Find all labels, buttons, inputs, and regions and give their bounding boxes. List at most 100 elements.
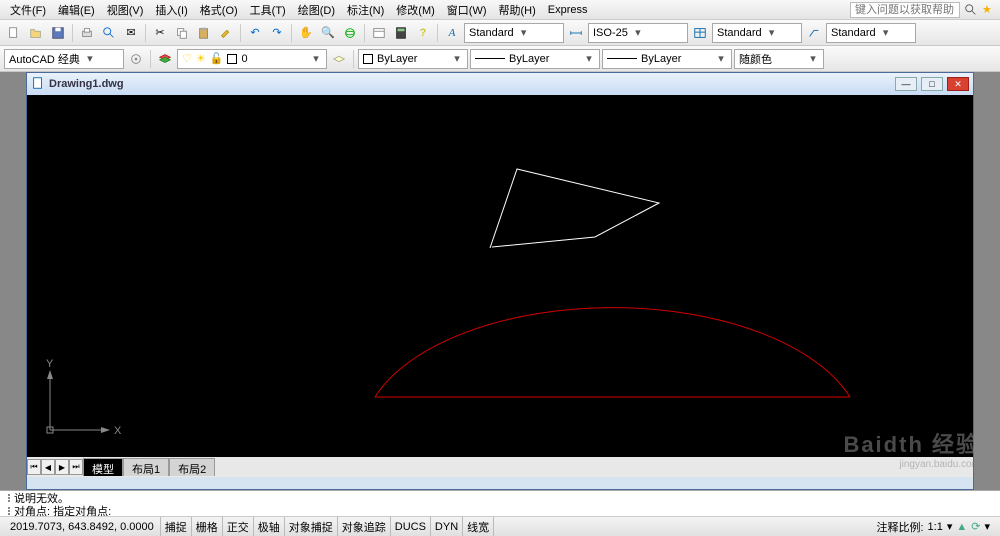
chevron-down-icon[interactable]: ▾ — [947, 520, 953, 533]
menu-format[interactable]: 格式(O) — [194, 0, 244, 20]
qcalc-button[interactable] — [391, 23, 411, 43]
chevron-down-icon[interactable]: ▾ — [583, 52, 595, 65]
drawing-canvas[interactable]: Y X ⏮ ◀ ▶ ⏭ 模型 布局1 布局2 — [27, 95, 973, 477]
dyn-toggle[interactable]: DYN — [431, 517, 463, 536]
otrack-toggle[interactable]: 对象追踪 — [338, 517, 391, 536]
dimstyle-combo[interactable]: ISO-25▾ — [588, 23, 688, 43]
layout-tabbar: ⏮ ◀ ▶ ⏭ 模型 布局1 布局2 — [27, 457, 973, 477]
chevron-down-icon[interactable]: ▾ — [84, 52, 96, 65]
menu-window[interactable]: 窗口(W) — [441, 0, 493, 20]
layer-props-button[interactable] — [155, 49, 175, 69]
anno-value: 1:1 — [928, 521, 943, 533]
chevron-down-icon[interactable]: ▾ — [766, 26, 778, 39]
lock-icon: 🔓 — [210, 52, 224, 65]
match-button[interactable] — [216, 23, 236, 43]
tab-first-button[interactable]: ⏮ — [27, 459, 41, 475]
osnap-toggle[interactable]: 对象捕捉 — [285, 517, 338, 536]
layeriso-button[interactable] — [329, 49, 349, 69]
menu-help[interactable]: 帮助(H) — [493, 0, 542, 20]
workspace-combo[interactable]: AutoCAD 经典▾ — [4, 49, 124, 69]
menu-express[interactable]: Express — [542, 2, 594, 18]
save-button[interactable] — [48, 23, 68, 43]
tab-layout2[interactable]: 布局2 — [169, 458, 215, 476]
maximize-button[interactable]: □ — [921, 77, 943, 91]
redo-button[interactable]: ↷ — [267, 23, 287, 43]
help-button[interactable]: ? — [413, 23, 433, 43]
color-combo[interactable]: ByLayer ▾ — [358, 49, 468, 69]
layer-color-swatch — [227, 54, 237, 64]
coords-display[interactable]: 2019.7073, 643.8492, 0.0000 — [4, 517, 161, 536]
menu-tools[interactable]: 工具(T) — [244, 0, 292, 20]
copy-button[interactable] — [172, 23, 192, 43]
paste-button[interactable] — [194, 23, 214, 43]
menu-modify[interactable]: 修改(M) — [390, 0, 441, 20]
chevron-down-icon[interactable]: ▾ — [451, 52, 463, 65]
mleader-icon[interactable] — [804, 23, 824, 43]
menu-draw[interactable]: 绘图(D) — [292, 0, 341, 20]
tab-last-button[interactable]: ⏭ — [69, 459, 83, 475]
dimstyle-icon[interactable] — [566, 23, 586, 43]
cmd-grip-icon[interactable] — [4, 507, 14, 515]
grid-toggle[interactable]: 栅格 — [192, 517, 223, 536]
menu-file[interactable]: 文件(F) — [4, 0, 52, 20]
lwt-toggle[interactable]: 线宽 — [463, 517, 494, 536]
tab-model[interactable]: 模型 — [83, 458, 123, 476]
cut-button[interactable]: ✂ — [150, 23, 170, 43]
open-button[interactable] — [26, 23, 46, 43]
menu-view[interactable]: 视图(V) — [101, 0, 150, 20]
chevron-down-icon[interactable]: ▾ — [632, 26, 644, 39]
textstyle-icon[interactable]: A — [442, 23, 462, 43]
ortho-toggle[interactable]: 正交 — [223, 517, 254, 536]
layer-name: 0 — [241, 53, 247, 65]
pan-button[interactable]: ✋ — [296, 23, 316, 43]
preview-button[interactable] — [99, 23, 119, 43]
minimize-button[interactable]: — — [895, 77, 917, 91]
chevron-down-icon[interactable]: ▾ — [310, 52, 322, 65]
polar-toggle[interactable]: 极轴 — [254, 517, 285, 536]
properties-button[interactable] — [369, 23, 389, 43]
tablestyle-combo[interactable]: Standard▾ — [712, 23, 802, 43]
ducs-toggle[interactable]: DUCS — [391, 517, 431, 536]
status-menu-icon[interactable]: ▾ — [984, 520, 990, 533]
undo-button[interactable]: ↶ — [245, 23, 265, 43]
menu-insert[interactable]: 插入(I) — [149, 0, 193, 20]
menu-edit[interactable]: 编辑(E) — [52, 0, 101, 20]
search-help-input[interactable] — [850, 2, 960, 18]
tablestyle-icon[interactable] — [690, 23, 710, 43]
mleader-value: Standard — [831, 27, 876, 39]
tab-prev-button[interactable]: ◀ — [41, 459, 55, 475]
linetype-combo[interactable]: ByLayer ▾ — [470, 49, 600, 69]
close-button[interactable]: ✕ — [947, 77, 969, 91]
document-titlebar[interactable]: Drawing1.dwg — □ ✕ — [27, 73, 973, 95]
menu-dimension[interactable]: 标注(N) — [341, 0, 390, 20]
chevron-down-icon[interactable]: ▾ — [715, 52, 727, 65]
star-icon[interactable]: ★ — [982, 3, 996, 17]
lineweight-preview — [607, 58, 637, 59]
chevron-down-icon[interactable]: ▾ — [807, 52, 819, 65]
layer-combo[interactable]: ♡ ☀ 🔓 0 ▾ — [177, 49, 327, 69]
color-value: ByLayer — [377, 53, 417, 65]
snap-toggle[interactable]: 捕捉 — [161, 517, 192, 536]
chevron-down-icon[interactable]: ▾ — [880, 26, 892, 39]
workspace-settings-button[interactable] — [126, 49, 146, 69]
zoom-button[interactable]: 🔍 — [318, 23, 338, 43]
anno-auto-icon[interactable]: ⟳ — [971, 520, 980, 533]
new-button[interactable] — [4, 23, 24, 43]
document-title: Drawing1.dwg — [49, 78, 891, 90]
lineweight-combo[interactable]: ByLayer ▾ — [602, 49, 732, 69]
plot-button[interactable] — [77, 23, 97, 43]
publish-button[interactable]: ✉ — [121, 23, 141, 43]
search-icon[interactable] — [964, 3, 978, 17]
command-window[interactable]: 说明无效。 对角点: 指定对角点: — [0, 490, 1000, 516]
plotcolor-combo[interactable]: 随颜色 ▾ — [734, 49, 824, 69]
textstyle-combo[interactable]: Standard▾ — [464, 23, 564, 43]
tab-layout1[interactable]: 布局1 — [123, 458, 169, 476]
anno-viz-icon[interactable]: ▲ — [956, 521, 967, 533]
annotation-scale[interactable]: 注释比例: 1:1 ▾ ▲ ⟳ ▾ — [870, 519, 996, 535]
cmd-grip-icon[interactable] — [4, 494, 14, 502]
mleader-combo[interactable]: Standard ▾ — [826, 23, 916, 43]
chevron-down-icon[interactable]: ▾ — [518, 26, 530, 39]
svg-text:Y: Y — [46, 358, 54, 370]
3dorbit-button[interactable] — [340, 23, 360, 43]
tab-next-button[interactable]: ▶ — [55, 459, 69, 475]
